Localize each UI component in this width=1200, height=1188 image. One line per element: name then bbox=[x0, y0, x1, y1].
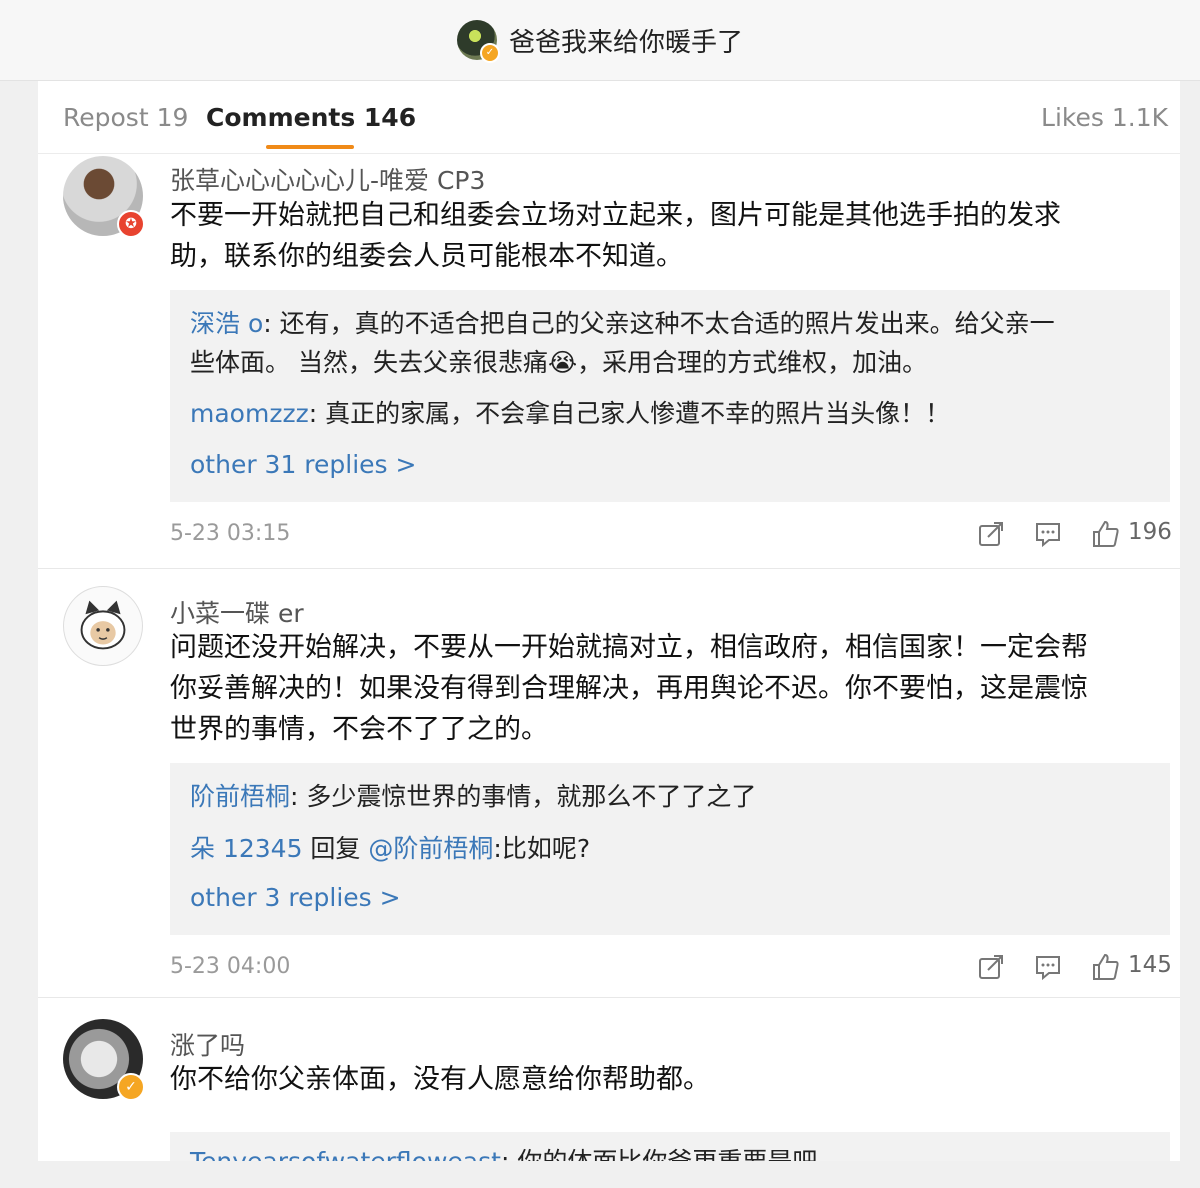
reply-item: 阶前梧桐: 多少震惊世界的事情，就那么不了了之了 bbox=[190, 777, 1150, 816]
active-tab-indicator bbox=[266, 145, 354, 149]
comment-text-line: 助，联系你的组委会人员可能根本不知道。 bbox=[170, 241, 683, 272]
reply-author-link[interactable]: maomzzz bbox=[190, 399, 309, 428]
tab-comments[interactable]: Comments 146 bbox=[206, 103, 416, 132]
right-gutter bbox=[1180, 81, 1200, 1188]
post-author-avatar[interactable]: ✓ bbox=[456, 20, 500, 63]
commenter-avatar[interactable]: ✪ bbox=[63, 156, 145, 238]
member-badge-icon: ✪ bbox=[117, 210, 145, 238]
comment-meta: 5-23 04:00 145 bbox=[170, 948, 1172, 988]
comment-text: 问题还没开始解决，不要从一开始就搞对立，相信政府，相信国家！一定会帮 你妥善解决… bbox=[170, 627, 1170, 750]
tab-bar: Repost 19 Comments 146 Likes 1.1K bbox=[38, 81, 1180, 154]
reply-item: maomzzz: 真正的家属，不会拿自己家人惨遭不幸的照片当头像！！ bbox=[190, 394, 1150, 433]
like-count: 196 bbox=[1128, 519, 1172, 545]
reply-box: 阶前梧桐: 多少震惊世界的事情，就那么不了了之了 朵 12345 回复 @阶前梧… bbox=[170, 763, 1170, 935]
comment-divider bbox=[38, 997, 1180, 998]
verified-badge-icon: ✓ bbox=[117, 1073, 145, 1101]
reply-text: : 你的体面比你爸更重要是吧 bbox=[501, 1147, 817, 1161]
commenter-avatar[interactable] bbox=[63, 586, 143, 666]
reply-box: Tenyearsofwaterfloweast: 你的体面比你爸更重要是吧 bbox=[170, 1132, 1170, 1161]
reply-text: : 真正的家属，不会拿自己家人惨遭不幸的照片当头像！！ bbox=[308, 399, 951, 428]
like-thumb-icon[interactable] bbox=[1090, 519, 1120, 549]
comment-text: 你不给你父亲体面，没有人愿意给你帮助都。 bbox=[170, 1059, 1170, 1100]
reply-text: : 多少震惊世界的事情，就那么不了了之了 bbox=[290, 782, 757, 811]
cartoon-face-icon bbox=[80, 600, 126, 650]
share-icon[interactable] bbox=[976, 519, 1006, 549]
verified-badge-icon: ✓ bbox=[479, 43, 500, 63]
comment-meta: 5-23 03:15 196 bbox=[170, 515, 1172, 555]
tab-likes[interactable]: Likes 1.1K bbox=[1041, 103, 1168, 132]
comment-text-line: 你不给你父亲体面，没有人愿意给你帮助都。 bbox=[170, 1064, 710, 1095]
share-icon[interactable] bbox=[976, 952, 1006, 982]
reply-mention-link[interactable]: @阶前梧桐 bbox=[368, 834, 493, 863]
reply-author-link[interactable]: 朵 12345 bbox=[190, 834, 302, 863]
comment-text-line: 问题还没开始解决，不要从一开始就搞对立，相信政府，相信国家！一定会帮 bbox=[170, 632, 1088, 663]
reply-author-link[interactable]: Tenyearsofwaterfloweast bbox=[190, 1147, 501, 1161]
reply-text: 些体面。 当然，失去父亲很悲痛😭，采用合理的方式维权，加油。 bbox=[190, 348, 928, 377]
reply-connector: 回复 bbox=[302, 834, 369, 863]
left-gutter bbox=[0, 81, 38, 1188]
reply-text: : 还有，真的不适合把自己的父亲这种不太合适的照片发出来。给父亲一 bbox=[263, 309, 1055, 338]
comment-divider bbox=[38, 568, 1180, 569]
bottom-gutter bbox=[0, 1161, 1200, 1188]
reply-item: Tenyearsofwaterfloweast: 你的体面比你爸更重要是吧 bbox=[190, 1142, 1150, 1161]
comment-icon[interactable] bbox=[1033, 952, 1063, 982]
more-replies-link[interactable]: other 31 replies > bbox=[190, 450, 416, 479]
comments-panel: Repost 19 Comments 146 Likes 1.1K ✪ 张草心心… bbox=[38, 81, 1180, 1161]
reply-text: :比如呢? bbox=[493, 834, 591, 863]
comment-icon[interactable] bbox=[1033, 519, 1063, 549]
comment-date: 5-23 04:00 bbox=[170, 954, 291, 979]
comment-text-line: 不要一开始就把自己和组委会立场对立起来，图片可能是其他选手拍的发求 bbox=[170, 200, 1061, 231]
comment-date: 5-23 03:15 bbox=[170, 521, 291, 546]
commenter-name[interactable]: 涨了吗 bbox=[170, 1026, 245, 1062]
reply-item: 深浩 o: 还有，真的不适合把自己的父亲这种不太合适的照片发出来。给父亲一 些体… bbox=[190, 304, 1150, 382]
comment-text-line: 你妥善解决的！如果没有得到合理解决，再用舆论不迟。你不要怕，这是震惊 bbox=[170, 673, 1088, 704]
top-bar: ✓ 爸爸我来给你暖手了 bbox=[0, 0, 1200, 81]
like-thumb-icon[interactable] bbox=[1090, 952, 1120, 982]
reply-item: 朵 12345 回复 @阶前梧桐:比如呢? bbox=[190, 829, 1150, 868]
post-title: 爸爸我来给你暖手了 bbox=[508, 27, 743, 58]
reply-author-link[interactable]: 深浩 o bbox=[190, 309, 263, 338]
tab-repost[interactable]: Repost 19 bbox=[63, 103, 188, 132]
reply-box: 深浩 o: 还有，真的不适合把自己的父亲这种不太合适的照片发出来。给父亲一 些体… bbox=[170, 290, 1170, 502]
more-replies-link[interactable]: other 3 replies > bbox=[190, 883, 401, 912]
like-count: 145 bbox=[1128, 952, 1172, 978]
commenter-name[interactable]: 小菜一碟 er bbox=[170, 594, 304, 630]
reply-author-link[interactable]: 阶前梧桐 bbox=[190, 782, 290, 811]
comment-text: 不要一开始就把自己和组委会立场对立起来，图片可能是其他选手拍的发求 助，联系你的… bbox=[170, 195, 1170, 277]
commenter-avatar[interactable]: ✓ bbox=[63, 1019, 145, 1101]
commenter-name[interactable]: 张草心心心心心儿-唯爱 CP3 bbox=[170, 161, 485, 197]
comment-text-line: 世界的事情，不会不了了之的。 bbox=[170, 714, 548, 745]
